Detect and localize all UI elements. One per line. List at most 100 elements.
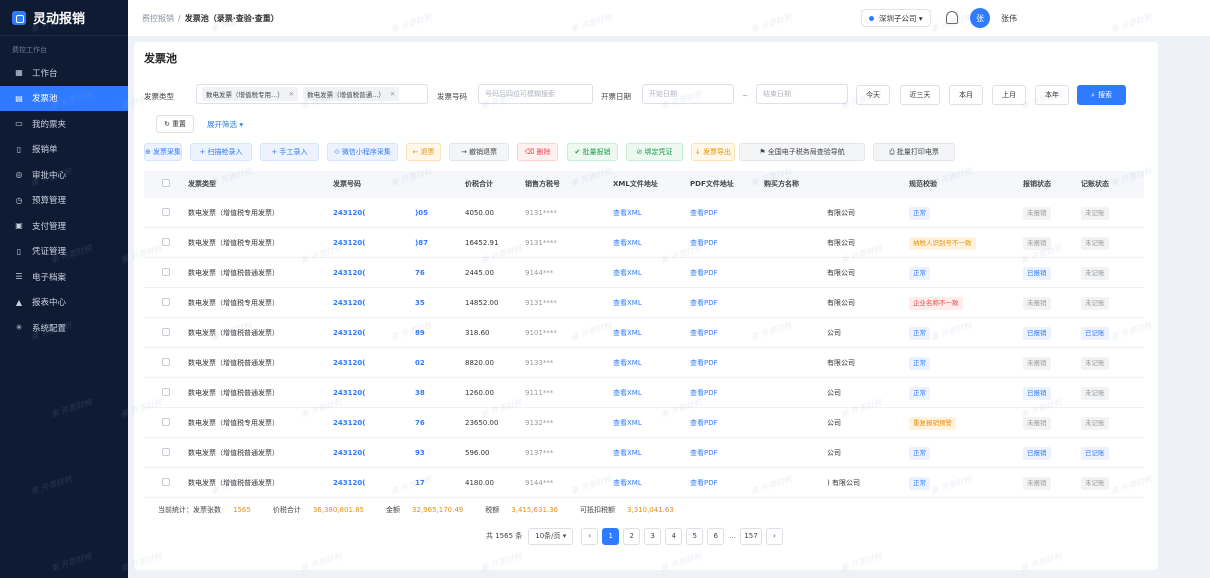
invoice-number-suffix[interactable]: 93: [415, 438, 425, 468]
quick-date-last-month[interactable]: 上月: [992, 85, 1026, 105]
row-checkbox[interactable]: [162, 388, 170, 396]
tag-close-icon[interactable]: ✕: [289, 90, 294, 98]
view-pdf-link[interactable]: 查看PDF: [690, 408, 718, 438]
wechat-collect-button[interactable]: ⟐ 微信小程序采集: [327, 143, 398, 161]
invoice-number-prefix[interactable]: 243120(: [333, 408, 365, 438]
table-row[interactable]: 数电发票（增值税普通发票） 243120(38 1260.00 9111*** 查看XM…: [144, 378, 1144, 408]
table-row[interactable]: 数电发票（增值税专用发票） 243120()05 4050.00 9131**** 查看…: [144, 198, 1144, 228]
invoice-number-suffix[interactable]: 17: [415, 468, 425, 498]
page-button[interactable]: 3: [644, 527, 662, 545]
view-xml-link[interactable]: 查看XML: [613, 228, 642, 258]
avatar[interactable]: 张: [970, 8, 990, 28]
undo-return-button[interactable]: → 撤销退票: [449, 143, 509, 161]
row-checkbox[interactable]: [162, 418, 170, 426]
view-pdf-link[interactable]: 查看PDF: [690, 348, 718, 378]
tag-close-icon[interactable]: ✕: [390, 90, 395, 98]
row-checkbox[interactable]: [162, 358, 170, 366]
invoice-number-prefix[interactable]: 243120(: [333, 318, 365, 348]
view-pdf-link[interactable]: 查看PDF: [690, 228, 718, 258]
sidebar-item-payment[interactable]: ▣ 支付管理: [0, 213, 128, 239]
page-button[interactable]: 2: [623, 527, 641, 545]
table-row[interactable]: 数电发票（增值税普通发票） 243120(93 596.00 9137*** 查看XML…: [144, 438, 1144, 468]
page-button[interactable]: 157: [739, 527, 762, 545]
table-row[interactable]: 数电发票（增值税专用发票） 243120(76 23650.00 9132*** 查看X…: [144, 408, 1144, 438]
row-checkbox[interactable]: [162, 328, 170, 336]
quick-date-today[interactable]: 今天: [856, 85, 890, 105]
invoice-number-suffix[interactable]: 89: [415, 318, 425, 348]
table-row[interactable]: 数电发票（增值税专用发票） 243120(35 14852.00 9131**** 查看…: [144, 288, 1144, 318]
view-pdf-link[interactable]: 查看PDF: [690, 468, 718, 498]
next-page-button[interactable]: ›: [765, 527, 783, 545]
sidebar-item-workbench[interactable]: ▦ 工作台: [0, 60, 128, 86]
view-pdf-link[interactable]: 查看PDF: [690, 198, 718, 228]
bell-icon[interactable]: [946, 11, 958, 24]
expand-filters-link[interactable]: 展开筛选 ▾: [207, 119, 243, 130]
return-invoice-button[interactable]: ← 退票: [406, 143, 441, 161]
reset-button[interactable]: ↻ 重置: [156, 115, 194, 133]
view-xml-link[interactable]: 查看XML: [613, 288, 642, 318]
prev-page-button[interactable]: ‹: [581, 527, 599, 545]
sidebar-item-invoice-pool[interactable]: ▤ 发票池: [0, 85, 128, 111]
invoice-number-prefix[interactable]: 243120(: [333, 288, 365, 318]
tax-bureau-nav-button[interactable]: ⚑ 全国电子税务局查验导航: [739, 143, 865, 161]
sidebar-item-budget[interactable]: ◷ 预算管理: [0, 188, 128, 214]
row-checkbox[interactable]: [162, 298, 170, 306]
view-xml-link[interactable]: 查看XML: [613, 198, 642, 228]
collect-invoice-button[interactable]: ⊕ 发票采集: [144, 143, 182, 161]
invoice-number-prefix[interactable]: 243120(: [333, 468, 365, 498]
row-checkbox[interactable]: [162, 208, 170, 216]
view-pdf-link[interactable]: 查看PDF: [690, 258, 718, 288]
sidebar-item-my-wallet[interactable]: ▭ 我的票夹: [0, 111, 128, 137]
search-button[interactable]: ⌕ 搜索: [1077, 85, 1126, 105]
bind-voucher-button[interactable]: ⊘ 绑定凭证: [626, 143, 683, 161]
row-checkbox[interactable]: [162, 448, 170, 456]
invoice-number-suffix[interactable]: 76: [415, 258, 425, 288]
invoice-number-prefix[interactable]: 243120(: [333, 378, 365, 408]
date-end-input[interactable]: 结束日期: [756, 84, 848, 104]
page-button[interactable]: 6: [707, 527, 725, 545]
view-xml-link[interactable]: 查看XML: [613, 258, 642, 288]
sidebar-item-expense-report[interactable]: ▯ 报销单: [0, 137, 128, 163]
table-row[interactable]: 数电发票（增值税普通发票） 243120(89 318.60 9101**** 查看XM…: [144, 318, 1144, 348]
invoice-number-suffix[interactable]: 38: [415, 378, 425, 408]
invoice-number-prefix[interactable]: 243120(: [333, 198, 365, 228]
row-checkbox[interactable]: [162, 238, 170, 246]
sidebar-item-reports[interactable]: ▲ 报表中心: [0, 290, 128, 316]
batch-print-button[interactable]: ⎙ 批量打印电票: [873, 143, 955, 161]
company-selector[interactable]: 深圳子公司 ▾: [861, 9, 931, 27]
delete-button[interactable]: ⌫ 删除: [517, 143, 558, 161]
breadcrumb-root[interactable]: 费控报销: [142, 13, 174, 24]
batch-reimburse-button[interactable]: ✔ 批量报销: [567, 143, 618, 161]
invoice-number-input[interactable]: 号码后四位可模糊搜索: [478, 84, 593, 104]
invoice-number-suffix[interactable]: 76: [415, 408, 425, 438]
view-pdf-link[interactable]: 查看PDF: [690, 288, 718, 318]
view-xml-link[interactable]: 查看XML: [613, 378, 642, 408]
page-button[interactable]: 5: [686, 527, 704, 545]
export-invoice-button[interactable]: ↓ 发票导出: [691, 143, 735, 161]
invoice-number-suffix[interactable]: )05: [415, 198, 428, 228]
view-xml-link[interactable]: 查看XML: [613, 468, 642, 498]
scanner-entry-button[interactable]: + 扫描枪录入: [190, 143, 252, 161]
select-all-checkbox[interactable]: [162, 179, 170, 187]
view-xml-link[interactable]: 查看XML: [613, 438, 642, 468]
invoice-number-prefix[interactable]: 243120(: [333, 258, 365, 288]
page-button[interactable]: 4: [665, 527, 683, 545]
invoice-number-suffix[interactable]: )87: [415, 228, 428, 258]
quick-date-this-year[interactable]: 本年: [1035, 85, 1069, 105]
row-checkbox[interactable]: [162, 478, 170, 486]
page-button[interactable]: 1: [602, 527, 620, 545]
row-checkbox[interactable]: [162, 268, 170, 276]
view-xml-link[interactable]: 查看XML: [613, 348, 642, 378]
table-row[interactable]: 数电发票（增值税普通发票） 243120(76 2445.00 9144*** 查看XM…: [144, 258, 1144, 288]
invoice-number-prefix[interactable]: 243120(: [333, 228, 365, 258]
sidebar-item-voucher[interactable]: ▯ 凭证管理: [0, 239, 128, 265]
view-pdf-link[interactable]: 查看PDF: [690, 318, 718, 348]
table-row[interactable]: 数电发票（增值税普通发票） 243120(17 4180.00 9144*** 查看XM…: [144, 468, 1144, 498]
invoice-type-select[interactable]: 数电发票（增值税专用...） ✕ 数电发票（增值税普通...） ✕: [196, 84, 428, 104]
view-xml-link[interactable]: 查看XML: [613, 408, 642, 438]
user-name[interactable]: 张伟: [1001, 13, 1017, 24]
quick-date-this-month[interactable]: 本月: [949, 85, 983, 105]
page-size-select[interactable]: 10条/页 ▾: [528, 527, 574, 545]
sidebar-item-approval-center[interactable]: ◎ 审批中心: [0, 162, 128, 188]
view-xml-link[interactable]: 查看XML: [613, 318, 642, 348]
